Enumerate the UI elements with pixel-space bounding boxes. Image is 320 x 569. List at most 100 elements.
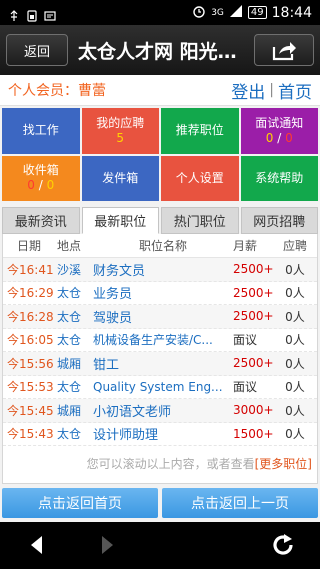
share-icon	[272, 42, 296, 61]
tile-inbox[interactable]: 收件箱 0 / 0	[2, 155, 80, 201]
table-row[interactable]: 今15:43 太仓 设计师助理 1500+ 0人	[3, 423, 317, 446]
cell-location: 太仓	[57, 380, 82, 395]
table-body: 今16:41 沙溪 财务文员 2500+ 0人 今16:29 太仓 业务员 25…	[3, 258, 317, 446]
tab-hot-jobs[interactable]: 热门职位	[161, 207, 239, 234]
more-hint: 您可以滚动以上内容，或者查看[更多职位]	[2, 455, 318, 477]
menu-grid: 找工作 我的应聘 5 推荐职位 面试通知 0 / 0 收件箱 0 / 0 发件箱…	[2, 108, 318, 201]
cell-applicants: 0人	[285, 356, 305, 371]
cell-salary: 面议	[233, 333, 258, 348]
table-row[interactable]: 今15:53 太仓 Quality System Eng... 面议 0人	[3, 376, 317, 399]
cell-date: 今16:28	[7, 309, 54, 324]
tab-web-recruitment[interactable]: 网页招聘	[240, 207, 318, 234]
alarm-icon	[192, 4, 206, 21]
battery-icon: 49	[247, 6, 267, 19]
cell-title[interactable]: Quality System Eng...	[93, 380, 233, 394]
table-row[interactable]: 今16:28 太仓 驾驶员 2500+ 0人	[3, 305, 317, 329]
cell-location: 太仓	[57, 427, 82, 442]
tile-label: 推荐职位	[175, 123, 224, 138]
bottom-buttons: 点击返回首页 点击返回上一页	[0, 488, 320, 518]
tile-label: 发件箱	[102, 170, 139, 185]
clock: 18:44	[271, 4, 312, 21]
tile-find-job[interactable]: 找工作	[2, 108, 80, 154]
cell-date: 今15:45	[7, 403, 54, 418]
return-home-button[interactable]: 点击返回首页	[2, 488, 158, 518]
page-title: 太仓人才网 阳光…	[78, 41, 237, 63]
tile-outbox[interactable]: 发件箱	[81, 155, 159, 201]
table-row[interactable]: 今15:45 城厢 小初语文老师 3000+ 0人	[3, 399, 317, 423]
cell-title[interactable]: 机械设备生产安装/C...	[93, 331, 233, 348]
tile-count: 0 / 0	[265, 130, 293, 145]
more-jobs-link[interactable]: [更多职位]	[255, 457, 312, 471]
nav-forward-icon[interactable]	[100, 534, 116, 560]
member-bar: 个人会员： 曹蕾 登出 | 首页	[0, 75, 320, 106]
cell-applicants: 0人	[285, 380, 305, 395]
refresh-icon[interactable]	[270, 532, 296, 562]
battery-level: 49	[250, 7, 264, 18]
cell-salary: 面议	[233, 380, 258, 395]
cell-title[interactable]: 驾驶员	[93, 307, 233, 326]
cell-title[interactable]: 设计师助理	[93, 424, 233, 443]
tile-system-help[interactable]: 系统帮助	[240, 155, 318, 201]
cell-applicants: 0人	[285, 309, 305, 324]
tile-count: 0 / 0	[27, 178, 55, 193]
tile-personal-settings[interactable]: 个人设置	[161, 155, 239, 201]
return-previous-button[interactable]: 点击返回上一页	[162, 488, 318, 518]
table-header: 日期 地点 职位名称 月薪 应聘	[3, 234, 317, 258]
cell-applicants: 0人	[285, 286, 305, 301]
cell-salary: 2500+	[233, 309, 274, 324]
tile-label: 系统帮助	[255, 170, 304, 185]
tab-latest-news[interactable]: 最新资讯	[2, 207, 80, 234]
home-link[interactable]: 首页	[278, 78, 312, 103]
table-row[interactable]: 今16:41 沙溪 财务文员 2500+ 0人	[3, 258, 317, 282]
header-salary: 月薪	[233, 239, 258, 253]
back-button[interactable]: 返回	[6, 34, 68, 66]
cell-title[interactable]: 钳工	[93, 354, 233, 373]
cell-location: 沙溪	[57, 262, 82, 277]
header-date: 日期	[17, 239, 42, 253]
cell-location: 城厢	[57, 356, 82, 371]
cell-date: 今16:05	[7, 333, 54, 348]
header-location: 地点	[57, 239, 82, 253]
cell-location: 城厢	[57, 403, 82, 418]
tile-recommended-jobs[interactable]: 推荐职位	[161, 108, 239, 154]
cell-location: 太仓	[57, 333, 82, 348]
cell-applicants: 0人	[285, 427, 305, 442]
table-row[interactable]: 今16:05 太仓 机械设备生产安装/C... 面议 0人	[3, 329, 317, 352]
share-button[interactable]	[254, 34, 314, 66]
status-bar: 3G 49 18:44	[0, 0, 320, 25]
cell-location: 太仓	[57, 309, 82, 324]
cell-date: 今16:29	[7, 286, 54, 301]
cell-date: 今15:56	[7, 356, 54, 371]
cell-title[interactable]: 业务员	[93, 283, 233, 302]
header-applicants: 应聘	[282, 239, 307, 253]
more-hint-text: 您可以滚动以上内容，或者查看	[86, 457, 255, 471]
tile-label: 面试通知	[255, 115, 304, 130]
nav-back-icon[interactable]	[28, 534, 44, 560]
cell-salary: 2500+	[233, 285, 274, 300]
tile-label: 收件箱	[22, 163, 59, 178]
cell-applicants: 0人	[285, 403, 305, 418]
tile-count: 5	[116, 130, 125, 145]
header-title: 职位名称	[138, 239, 187, 253]
cell-location: 太仓	[57, 286, 82, 301]
tile-my-applications[interactable]: 我的应聘 5	[81, 108, 159, 154]
tile-label: 找工作	[22, 123, 59, 138]
cell-title[interactable]: 财务文员	[93, 260, 233, 279]
cell-title[interactable]: 小初语文老师	[93, 401, 233, 420]
browser-nav-bar	[0, 522, 320, 569]
cell-salary: 3000+	[233, 403, 274, 418]
table-row[interactable]: 今16:29 太仓 业务员 2500+ 0人	[3, 282, 317, 305]
cell-salary: 2500+	[233, 356, 274, 371]
cell-applicants: 0人	[285, 262, 305, 277]
tile-interview-notices[interactable]: 面试通知 0 / 0	[240, 108, 318, 154]
cell-salary: 1500+	[233, 426, 274, 441]
title-bar: 返回 太仓人才网 阳光…	[0, 25, 320, 75]
notification-icon	[44, 7, 56, 21]
logout-link[interactable]: 登出	[231, 78, 265, 103]
tile-label: 我的应聘	[96, 115, 145, 130]
table-row[interactable]: 今15:56 城厢 钳工 2500+ 0人	[3, 352, 317, 376]
tab-latest-jobs[interactable]: 最新职位	[81, 207, 159, 234]
signal-label: 3G	[211, 7, 224, 18]
link-separator: |	[269, 82, 274, 98]
cell-salary: 2500+	[233, 262, 274, 277]
